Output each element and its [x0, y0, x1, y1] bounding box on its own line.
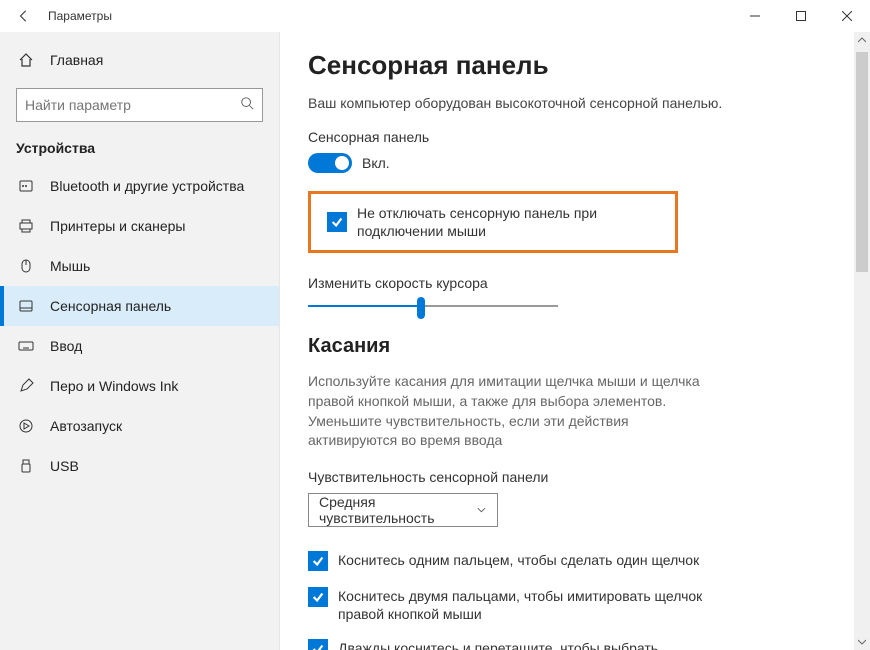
tap-one-finger-row: Коснитесь одним пальцем, чтобы сделать о… [308, 551, 718, 571]
sidebar-item-label: Принтеры и сканеры [50, 218, 185, 234]
double-tap-drag-label: Дважды коснитесь и перетащите, чтобы выб… [338, 639, 718, 650]
cursor-speed-label: Изменить скорость курсора [308, 275, 870, 291]
mouse-icon [16, 258, 36, 274]
check-icon [311, 642, 325, 650]
home-button[interactable]: Главная [0, 40, 279, 80]
sidebar-item-mouse[interactable]: Мышь [0, 246, 279, 286]
highlight-box: Не отключать сенсорную панель при подклю… [308, 191, 678, 253]
tap-two-finger-label: Коснитесь двумя пальцами, чтобы имитиров… [338, 587, 718, 623]
home-label: Главная [50, 52, 103, 68]
sidebar-item-bluetooth[interactable]: Bluetooth и другие устройства [0, 166, 279, 206]
close-icon [842, 11, 852, 21]
sidebar-item-autoplay[interactable]: Автозапуск [0, 406, 279, 446]
sidebar-item-usb[interactable]: USB [0, 446, 279, 486]
search-input-wrapper[interactable] [16, 88, 263, 122]
check-icon [311, 554, 325, 568]
usb-icon [16, 458, 36, 474]
pen-icon [16, 378, 36, 394]
toggle-state-label: Вкл. [362, 155, 390, 171]
window-title: Параметры [48, 9, 112, 23]
sidebar-item-pen[interactable]: Перо и Windows Ink [0, 366, 279, 406]
minimize-icon [750, 11, 760, 21]
sidebar-item-label: Перо и Windows Ink [50, 378, 178, 394]
check-icon [330, 215, 344, 229]
home-icon [16, 52, 36, 68]
sidebar-item-printers[interactable]: Принтеры и сканеры [0, 206, 279, 246]
sidebar-item-label: Сенсорная панель [50, 298, 171, 314]
sidebar: Главная Устройства Bluetooth и другие ус… [0, 32, 280, 650]
sidebar-item-label: Ввод [50, 338, 82, 354]
close-button[interactable] [824, 0, 870, 32]
sensitivity-value: Средняя чувствительность [319, 494, 476, 526]
double-tap-drag-checkbox[interactable] [308, 639, 328, 650]
bluetooth-icon [16, 178, 36, 194]
sidebar-item-label: USB [50, 458, 79, 474]
touchpad-toggle-label: Сенсорная панель [308, 129, 870, 145]
sidebar-item-label: Автозапуск [50, 418, 122, 434]
main-content: Сенсорная панель Ваш компьютер оборудова… [280, 32, 870, 650]
touchpad-toggle[interactable] [308, 153, 352, 173]
tap-one-finger-label: Коснитесь одним пальцем, чтобы сделать о… [338, 551, 718, 569]
scroll-down-button[interactable] [854, 634, 870, 650]
keep-on-with-mouse-checkbox[interactable] [327, 212, 347, 232]
cursor-speed-slider[interactable] [308, 305, 558, 307]
touchpad-icon [16, 298, 36, 314]
autoplay-icon [16, 418, 36, 434]
slider-thumb[interactable] [417, 297, 425, 319]
touches-heading: Касания [308, 335, 870, 358]
check-icon [311, 590, 325, 604]
scrollbar[interactable] [854, 32, 870, 650]
sidebar-item-typing[interactable]: Ввод [0, 326, 279, 366]
tap-two-finger-checkbox[interactable] [308, 587, 328, 607]
page-subtitle: Ваш компьютер оборудован высокоточной се… [308, 95, 870, 111]
back-button[interactable] [8, 0, 40, 32]
scroll-up-button[interactable] [854, 32, 870, 48]
keyboard-icon [16, 338, 36, 354]
sensitivity-select[interactable]: Средняя чувствительность [308, 493, 498, 527]
double-tap-drag-row: Дважды коснитесь и перетащите, чтобы выб… [308, 639, 718, 650]
keep-on-with-mouse-label: Не отключать сенсорную панель при подклю… [357, 204, 659, 240]
sidebar-section-label: Устройства [0, 132, 279, 166]
chevron-down-icon [476, 504, 487, 516]
maximize-icon [796, 11, 806, 21]
search-icon [240, 96, 254, 115]
page-title: Сенсорная панель [308, 50, 870, 81]
tap-two-finger-row: Коснитесь двумя пальцами, чтобы имитиров… [308, 587, 718, 623]
maximize-button[interactable] [778, 0, 824, 32]
sidebar-item-label: Мышь [50, 258, 90, 274]
chevron-up-icon [858, 36, 866, 44]
minimize-button[interactable] [732, 0, 778, 32]
printer-icon [16, 218, 36, 234]
tap-one-finger-checkbox[interactable] [308, 551, 328, 571]
arrow-left-icon [17, 9, 31, 23]
scrollbar-thumb[interactable] [856, 52, 868, 272]
touches-description: Используйте касания для имитации щелчка … [308, 372, 708, 450]
search-input[interactable] [25, 97, 240, 113]
chevron-down-icon [858, 638, 866, 646]
sidebar-item-label: Bluetooth и другие устройства [50, 178, 244, 194]
sensitivity-label: Чувствительность сенсорной панели [308, 469, 870, 485]
sidebar-item-touchpad[interactable]: Сенсорная панель [0, 286, 279, 326]
slider-fill [308, 305, 421, 307]
